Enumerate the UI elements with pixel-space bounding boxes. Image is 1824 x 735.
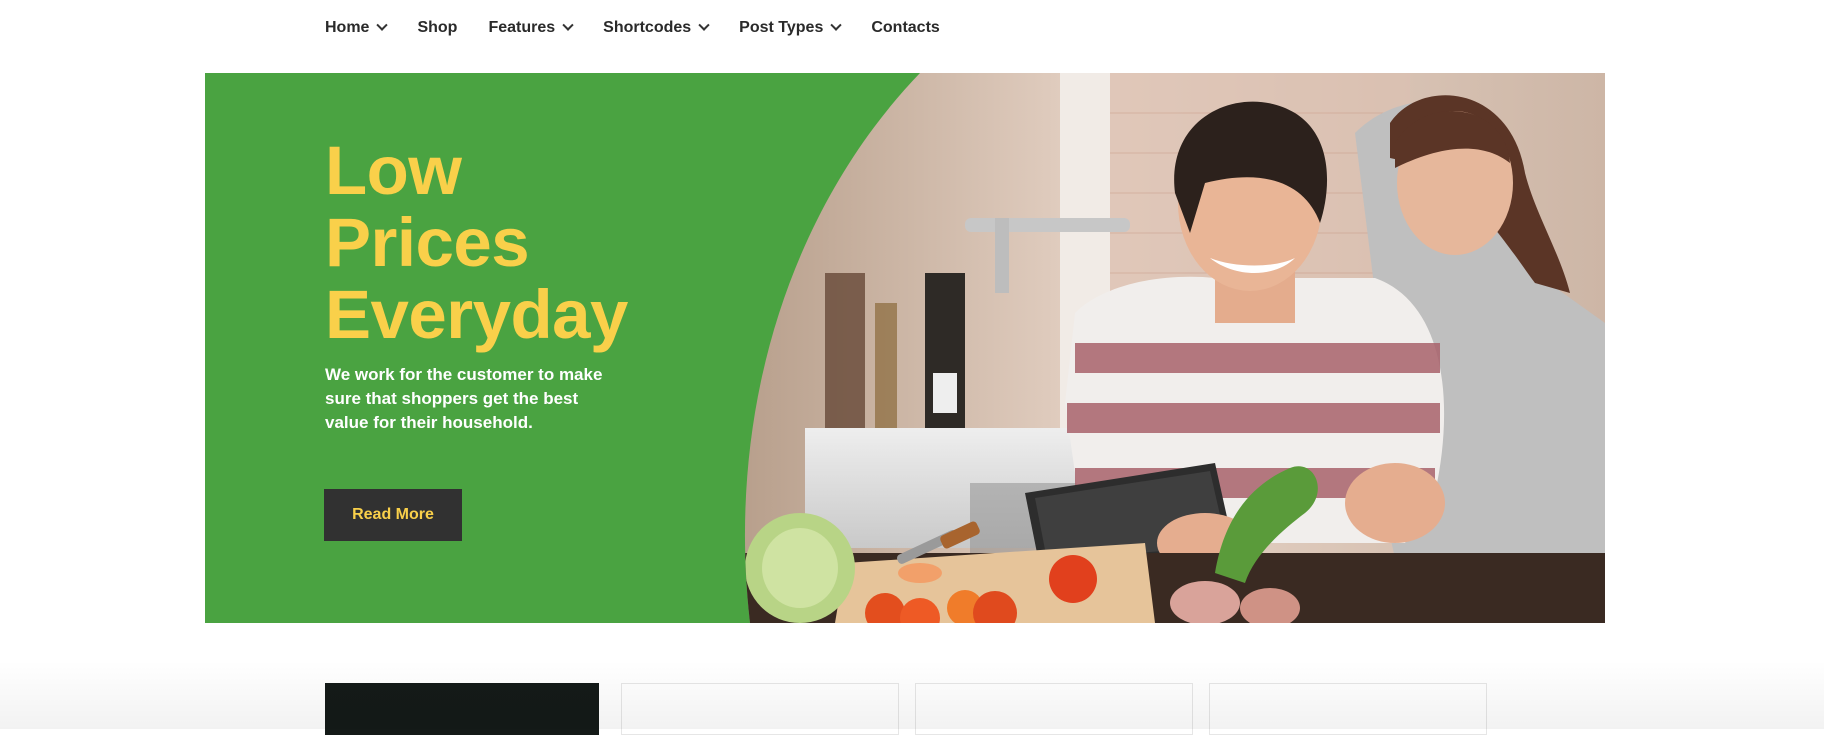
hero-title-line: Low [325, 132, 462, 209]
nav-item-shop[interactable]: Shop [417, 19, 457, 37]
hero-description: We work for the customer to make sure th… [325, 365, 603, 432]
hero-banner: Low Prices Everyday We work for the cust… [205, 73, 1605, 623]
nav-item-label: Contacts [871, 19, 940, 36]
nav-item-features[interactable]: Features [488, 19, 574, 37]
read-more-button[interactable]: Read More [324, 489, 462, 541]
nav-item-home[interactable]: Home [325, 19, 389, 37]
chevron-down-icon [698, 19, 710, 31]
chevron-down-icon [376, 19, 389, 31]
main-navigation: Home Shop Features Shortcodes Post Types… [325, 0, 971, 56]
featured-cards [0, 683, 1824, 735]
chevron-down-icon [830, 19, 843, 31]
nav-item-post-types[interactable]: Post Types [739, 19, 843, 37]
nav-item-label: Shortcodes [603, 19, 692, 36]
hero-title: Low Prices Everyday [325, 135, 665, 351]
card-item[interactable] [621, 683, 899, 735]
card-item[interactable] [915, 683, 1193, 735]
nav-item-contacts[interactable]: Contacts [871, 19, 939, 37]
card-item[interactable] [325, 683, 599, 735]
chevron-down-icon [562, 19, 574, 31]
hero-title-line: Everyday [325, 276, 628, 353]
nav-item-shortcodes[interactable]: Shortcodes [603, 19, 710, 37]
nav-item-label: Shop [417, 19, 458, 36]
nav-item-label: Features [488, 19, 556, 36]
nav-item-label: Post Types [739, 19, 824, 36]
hero-title-line: Prices [325, 204, 530, 281]
nav-item-label: Home [325, 19, 370, 36]
card-item[interactable] [1209, 683, 1487, 735]
